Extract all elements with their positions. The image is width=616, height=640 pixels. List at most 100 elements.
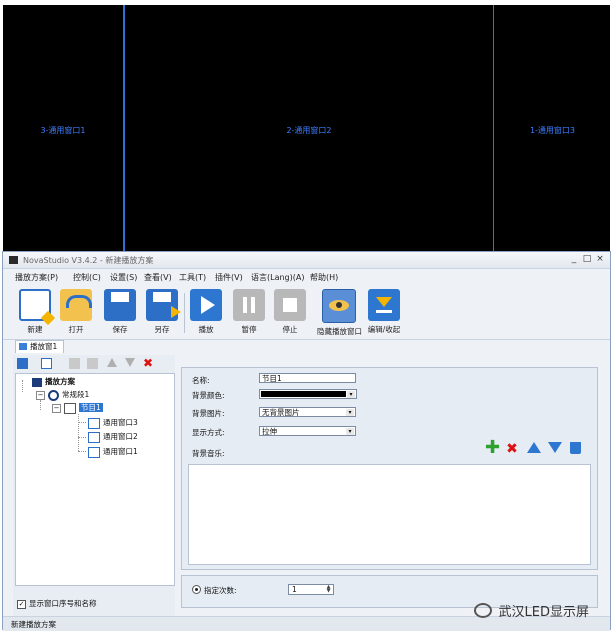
program-tree: 播放方案 − 常规段1 − 节目1 通用窗口3 通用窗口2 通用窗口1	[15, 373, 175, 586]
tree-toolbar: ✖	[15, 355, 175, 371]
bgcolor-select[interactable]: ▾	[259, 389, 357, 399]
menu-tools[interactable]: 工具(T)	[179, 272, 206, 283]
menu-control[interactable]: 控制(C)	[73, 272, 101, 283]
play-icon	[190, 289, 222, 321]
add-window-icon[interactable]	[41, 358, 52, 369]
bgimage-select[interactable]: 无背景图片 ▾	[259, 407, 356, 417]
minimize-button[interactable]: _	[568, 254, 580, 265]
preview-window-3[interactable]: 3-通用窗口1	[3, 5, 124, 253]
stop-button[interactable]: 停止	[271, 289, 309, 335]
name-label: 名称:	[192, 376, 210, 385]
preview-window-1[interactable]: 1-通用窗口3	[493, 5, 611, 253]
tree-node-label: 播放方案	[45, 377, 75, 386]
plan-list-icon	[32, 377, 42, 387]
save-as-icon	[146, 289, 181, 321]
window-tab-icon	[19, 343, 27, 350]
tab-label: 播放窗1	[30, 342, 58, 351]
play-count-label: 指定次数:	[204, 586, 237, 595]
chevron-down-icon: ▾	[346, 409, 354, 416]
tree-node-label: 通用窗口3	[103, 418, 138, 427]
show-names-label: 显示窗口序号和名称	[29, 599, 97, 608]
menu-plugins[interactable]: 插件(V)	[215, 272, 243, 283]
tab-play-window-1[interactable]: 播放窗1	[15, 340, 65, 353]
menu-settings[interactable]: 设置(S)	[110, 272, 137, 283]
menu-language[interactable]: 语言(Lang)(A)	[251, 272, 304, 283]
program-properties-panel: 名称: 节目1 背景颜色: ▾ 背景图片: 无背景图片 ▾ 显示方式: 拉伸 ▾…	[181, 367, 598, 570]
music-list[interactable]	[188, 464, 591, 565]
pause-label: 暂停	[241, 325, 257, 334]
add-music-icon[interactable]: ✚	[485, 439, 500, 457]
close-button[interactable]: ×	[594, 254, 606, 265]
tree-node-label-selected: 节目1	[79, 403, 103, 412]
program-film-icon	[64, 402, 76, 414]
tree-node-window-1[interactable]: 通用窗口1	[88, 446, 138, 458]
color-swatch	[261, 391, 346, 397]
tree-node-plan[interactable]: 播放方案	[32, 376, 75, 387]
watermark-text: 武汉LED显示屏	[498, 605, 590, 620]
edit-collapse-button[interactable]: 编辑/收起	[364, 289, 404, 335]
move-down-icon[interactable]	[548, 442, 562, 453]
collapse-arrow-icon	[368, 289, 400, 321]
play-count-radio[interactable]	[192, 585, 201, 594]
play-count-stepper[interactable]: 1 ▲ ▼	[288, 584, 334, 595]
paste-icon[interactable]	[87, 358, 98, 369]
bgimage-label: 背景图片:	[192, 409, 225, 418]
play-button[interactable]: 播放	[187, 289, 225, 335]
folder-open-icon	[60, 289, 92, 321]
toolbar: 新建 打开 保存 另存 播放 暂停 停止 隐藏播放窗口 编辑/收起	[3, 285, 610, 340]
play-label: 播放	[198, 325, 214, 334]
menu-help[interactable]: 帮助(H)	[310, 272, 338, 283]
bgimage-value: 无背景图片	[262, 408, 300, 417]
tree-node-window-2[interactable]: 通用窗口2	[88, 431, 138, 443]
menu-plan[interactable]: 播放方案(P)	[15, 272, 58, 283]
novastudio-window: NovaStudio V3.4.2 - 新建播放方案 _ □ × 播放方案(P)…	[2, 251, 611, 631]
tree-node-segment[interactable]: 常规段1	[48, 389, 90, 401]
remove-music-icon[interactable]: ✖	[505, 442, 519, 456]
pause-button[interactable]: 暂停	[230, 289, 268, 335]
tree-node-program[interactable]: 节目1	[64, 402, 103, 414]
show-names-checkbox[interactable]: ✓ 显示窗口序号和名称	[17, 598, 97, 609]
new-button[interactable]: 新建	[16, 289, 56, 335]
open-button[interactable]: 打开	[57, 289, 95, 335]
menu-view[interactable]: 查看(V)	[144, 272, 172, 283]
stop-label: 停止	[282, 325, 298, 334]
trash-icon[interactable]	[570, 442, 581, 454]
pause-icon	[233, 289, 265, 321]
preview-window-2[interactable]: 2-通用窗口2	[124, 5, 494, 253]
save-button[interactable]: 保存	[101, 289, 139, 335]
add-segment-icon[interactable]	[17, 358, 28, 369]
checkbox-check: ✓	[17, 599, 26, 609]
hide-play-window-button[interactable]: 隐藏播放窗口	[317, 289, 362, 337]
save-as-label: 另存	[154, 325, 170, 334]
play-count-value: 1	[292, 585, 297, 594]
move-up-icon[interactable]	[107, 358, 117, 367]
led-preview-area: 3-通用窗口1 2-通用窗口2 1-通用窗口3	[3, 5, 610, 253]
watermark: 武汉LED显示屏	[474, 601, 589, 627]
tree-node-label: 常规段1	[62, 390, 90, 399]
music-label: 背景音乐:	[192, 449, 225, 458]
menu-bar: 播放方案(P) 控制(C) 设置(S) 查看(V) 工具(T) 插件(V) 语言…	[3, 270, 610, 284]
maximize-button[interactable]: □	[581, 254, 593, 265]
title-bar[interactable]: NovaStudio V3.4.2 - 新建播放方案 _ □ ×	[3, 252, 610, 269]
move-down-icon[interactable]	[125, 358, 135, 367]
status-text: 新建播放方案	[11, 620, 56, 629]
chevron-down-icon: ▾	[347, 391, 355, 398]
expand-segment-toggle[interactable]: −	[36, 391, 45, 400]
toolbar-separator	[184, 293, 185, 333]
tree-node-window-3[interactable]: 通用窗口3	[88, 417, 138, 429]
move-up-icon[interactable]	[527, 442, 541, 453]
tree-node-label: 通用窗口2	[103, 432, 138, 441]
save-as-button[interactable]: 另存	[143, 289, 181, 335]
chevron-down-icon: ▾	[346, 428, 354, 435]
expand-program-toggle[interactable]: −	[52, 404, 61, 413]
left-panel: ✖ 播放方案 − 常规段1 − 节目1 通用窗口3 通用窗口2 通用窗口1 ✓ …	[13, 355, 175, 616]
window-icon	[88, 431, 100, 443]
display-mode-select[interactable]: 拉伸 ▾	[259, 426, 356, 436]
copy-icon[interactable]	[69, 358, 80, 369]
delete-icon[interactable]: ✖	[143, 357, 154, 369]
tab-strip: 播放窗1	[3, 339, 610, 353]
name-input[interactable]: 节目1	[259, 373, 356, 383]
tree-node-label: 通用窗口1	[103, 447, 138, 456]
preview-window-label: 1-通用窗口3	[529, 126, 576, 135]
bgcolor-label: 背景颜色:	[192, 391, 225, 400]
